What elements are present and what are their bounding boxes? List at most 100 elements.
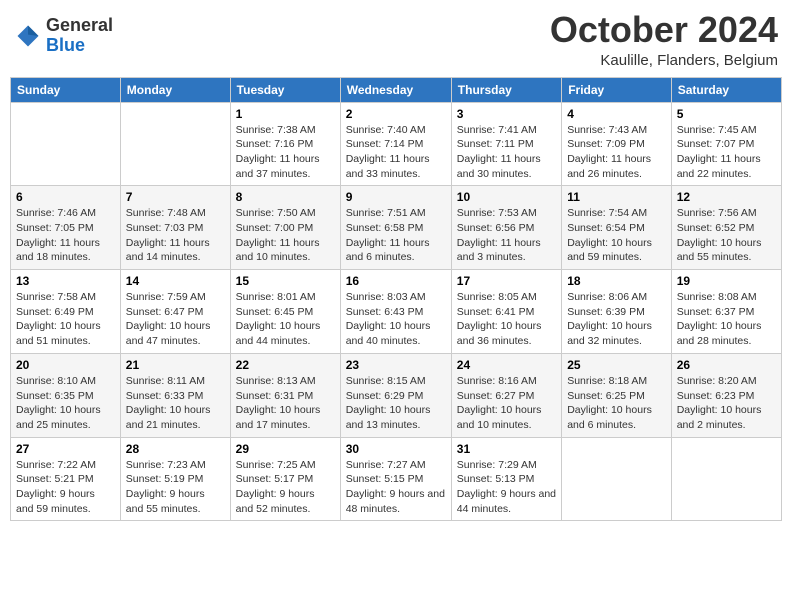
day-info: Sunrise: 8:05 AMSunset: 6:41 PMDaylight:…: [457, 290, 556, 349]
calendar-cell: 13 Sunrise: 7:58 AMSunset: 6:49 PMDayligh…: [11, 270, 121, 354]
location: Kaulille, Flanders, Belgium: [550, 52, 778, 69]
day-info: Sunrise: 7:51 AMSunset: 6:58 PMDaylight:…: [346, 206, 446, 265]
day-info: Sunrise: 7:48 AMSunset: 7:03 PMDaylight:…: [126, 206, 225, 265]
day-number: 2: [346, 107, 446, 121]
day-number: 8: [236, 190, 335, 204]
day-number: 17: [457, 274, 556, 288]
day-info: Sunrise: 8:13 AMSunset: 6:31 PMDaylight:…: [236, 374, 335, 433]
calendar-cell: 10 Sunrise: 7:53 AMSunset: 6:56 PMDayligh…: [451, 186, 561, 270]
day-info: Sunrise: 7:46 AMSunset: 7:05 PMDaylight:…: [16, 206, 115, 265]
day-info: Sunrise: 7:59 AMSunset: 6:47 PMDaylight:…: [126, 290, 225, 349]
calendar-cell: 14 Sunrise: 7:59 AMSunset: 6:47 PMDayligh…: [120, 270, 230, 354]
page-header: General Blue October 2024 Kaulille, Flan…: [10, 10, 782, 69]
day-number: 30: [346, 442, 446, 456]
day-number: 13: [16, 274, 115, 288]
calendar-cell: 3 Sunrise: 7:41 AMSunset: 7:11 PMDaylight…: [451, 102, 561, 186]
day-number: 7: [126, 190, 225, 204]
calendar-cell: 16 Sunrise: 8:03 AMSunset: 6:43 PMDayligh…: [340, 270, 451, 354]
calendar-cell: 9 Sunrise: 7:51 AMSunset: 6:58 PMDaylight…: [340, 186, 451, 270]
calendar-cell: 29 Sunrise: 7:25 AMSunset: 5:17 PMDayligh…: [230, 437, 340, 521]
calendar-table: SundayMondayTuesdayWednesdayThursdayFrid…: [10, 77, 782, 522]
day-info: Sunrise: 8:20 AMSunset: 6:23 PMDaylight:…: [677, 374, 776, 433]
weekday-header: Saturday: [671, 77, 781, 102]
day-number: 11: [567, 190, 666, 204]
day-info: Sunrise: 7:29 AMSunset: 5:13 PMDaylight:…: [457, 458, 556, 517]
day-info: Sunrise: 8:03 AMSunset: 6:43 PMDaylight:…: [346, 290, 446, 349]
logo-line2: Blue: [46, 36, 113, 56]
day-info: Sunrise: 7:38 AMSunset: 7:16 PMDaylight:…: [236, 123, 335, 182]
calendar-cell: 1 Sunrise: 7:38 AMSunset: 7:16 PMDaylight…: [230, 102, 340, 186]
day-number: 6: [16, 190, 115, 204]
day-info: Sunrise: 7:23 AMSunset: 5:19 PMDaylight:…: [126, 458, 225, 517]
calendar-cell: 2 Sunrise: 7:40 AMSunset: 7:14 PMDaylight…: [340, 102, 451, 186]
day-number: 18: [567, 274, 666, 288]
calendar-week-row: 20Sunrise: 8:10 AMSunset: 6:35 PMDayligh…: [11, 353, 782, 437]
calendar-cell: 21 Sunrise: 8:11 AMSunset: 6:33 PMDayligh…: [120, 353, 230, 437]
day-info: Sunrise: 7:58 AMSunset: 6:49 PMDaylight:…: [16, 290, 115, 349]
calendar-cell: 27Sunrise: 7:22 AMSunset: 5:21 PMDayligh…: [11, 437, 121, 521]
logo-line1: General: [46, 16, 113, 36]
calendar-cell: [11, 102, 121, 186]
calendar-cell: 7 Sunrise: 7:48 AMSunset: 7:03 PMDaylight…: [120, 186, 230, 270]
day-info: Sunrise: 8:11 AMSunset: 6:33 PMDaylight:…: [126, 374, 225, 433]
day-number: 28: [126, 442, 225, 456]
calendar-cell: 20Sunrise: 8:10 AMSunset: 6:35 PMDayligh…: [11, 353, 121, 437]
day-number: 21: [126, 358, 225, 372]
day-info: Sunrise: 7:40 AMSunset: 7:14 PMDaylight:…: [346, 123, 446, 182]
weekday-header: Thursday: [451, 77, 561, 102]
day-number: 16: [346, 274, 446, 288]
calendar-cell: 26 Sunrise: 8:20 AMSunset: 6:23 PMDayligh…: [671, 353, 781, 437]
day-number: 10: [457, 190, 556, 204]
weekday-header: Tuesday: [230, 77, 340, 102]
calendar-cell: 28 Sunrise: 7:23 AMSunset: 5:19 PMDayligh…: [120, 437, 230, 521]
calendar-cell: 4Sunrise: 7:43 AMSunset: 7:09 PMDaylight…: [562, 102, 672, 186]
day-number: 29: [236, 442, 335, 456]
day-number: 1: [236, 107, 335, 121]
day-info: Sunrise: 7:22 AMSunset: 5:21 PMDaylight:…: [16, 458, 115, 517]
weekday-header: Wednesday: [340, 77, 451, 102]
calendar-cell: 5 Sunrise: 7:45 AMSunset: 7:07 PMDaylight…: [671, 102, 781, 186]
day-number: 24: [457, 358, 556, 372]
calendar-cell: 23 Sunrise: 8:15 AMSunset: 6:29 PMDayligh…: [340, 353, 451, 437]
calendar-cell: 12 Sunrise: 7:56 AMSunset: 6:52 PMDayligh…: [671, 186, 781, 270]
day-number: 19: [677, 274, 776, 288]
day-info: Sunrise: 8:06 AMSunset: 6:39 PMDaylight:…: [567, 290, 666, 349]
weekday-header: Friday: [562, 77, 672, 102]
calendar-cell: 8 Sunrise: 7:50 AMSunset: 7:00 PMDaylight…: [230, 186, 340, 270]
calendar-week-row: 27Sunrise: 7:22 AMSunset: 5:21 PMDayligh…: [11, 437, 782, 521]
day-info: Sunrise: 7:27 AMSunset: 5:15 PMDaylight:…: [346, 458, 446, 517]
calendar-cell: [671, 437, 781, 521]
day-info: Sunrise: 8:01 AMSunset: 6:45 PMDaylight:…: [236, 290, 335, 349]
calendar-cell: 6 Sunrise: 7:46 AMSunset: 7:05 PMDaylight…: [11, 186, 121, 270]
title-section: October 2024 Kaulille, Flanders, Belgium: [550, 10, 778, 69]
weekday-header: Sunday: [11, 77, 121, 102]
day-number: 14: [126, 274, 225, 288]
calendar-cell: 22Sunrise: 8:13 AMSunset: 6:31 PMDayligh…: [230, 353, 340, 437]
day-info: Sunrise: 7:53 AMSunset: 6:56 PMDaylight:…: [457, 206, 556, 265]
day-number: 15: [236, 274, 335, 288]
day-info: Sunrise: 7:50 AMSunset: 7:00 PMDaylight:…: [236, 206, 335, 265]
calendar-cell: 31Sunrise: 7:29 AMSunset: 5:13 PMDayligh…: [451, 437, 561, 521]
day-info: Sunrise: 8:10 AMSunset: 6:35 PMDaylight:…: [16, 374, 115, 433]
calendar-cell: 18 Sunrise: 8:06 AMSunset: 6:39 PMDayligh…: [562, 270, 672, 354]
day-info: Sunrise: 7:56 AMSunset: 6:52 PMDaylight:…: [677, 206, 776, 265]
day-info: Sunrise: 8:16 AMSunset: 6:27 PMDaylight:…: [457, 374, 556, 433]
calendar-cell: [120, 102, 230, 186]
calendar-cell: 11Sunrise: 7:54 AMSunset: 6:54 PMDayligh…: [562, 186, 672, 270]
day-info: Sunrise: 7:45 AMSunset: 7:07 PMDaylight:…: [677, 123, 776, 182]
calendar-cell: 24 Sunrise: 8:16 AMSunset: 6:27 PMDayligh…: [451, 353, 561, 437]
day-info: Sunrise: 7:25 AMSunset: 5:17 PMDaylight:…: [236, 458, 335, 517]
day-info: Sunrise: 7:41 AMSunset: 7:11 PMDaylight:…: [457, 123, 556, 182]
day-number: 25: [567, 358, 666, 372]
day-number: 9: [346, 190, 446, 204]
day-info: Sunrise: 8:15 AMSunset: 6:29 PMDaylight:…: [346, 374, 446, 433]
month-title: October 2024: [550, 10, 778, 50]
calendar-cell: 19Sunrise: 8:08 AMSunset: 6:37 PMDayligh…: [671, 270, 781, 354]
day-number: 12: [677, 190, 776, 204]
calendar-week-row: 1 Sunrise: 7:38 AMSunset: 7:16 PMDaylight…: [11, 102, 782, 186]
logo-icon: [14, 22, 42, 50]
day-number: 23: [346, 358, 446, 372]
day-number: 5: [677, 107, 776, 121]
day-number: 3: [457, 107, 556, 121]
day-number: 26: [677, 358, 776, 372]
